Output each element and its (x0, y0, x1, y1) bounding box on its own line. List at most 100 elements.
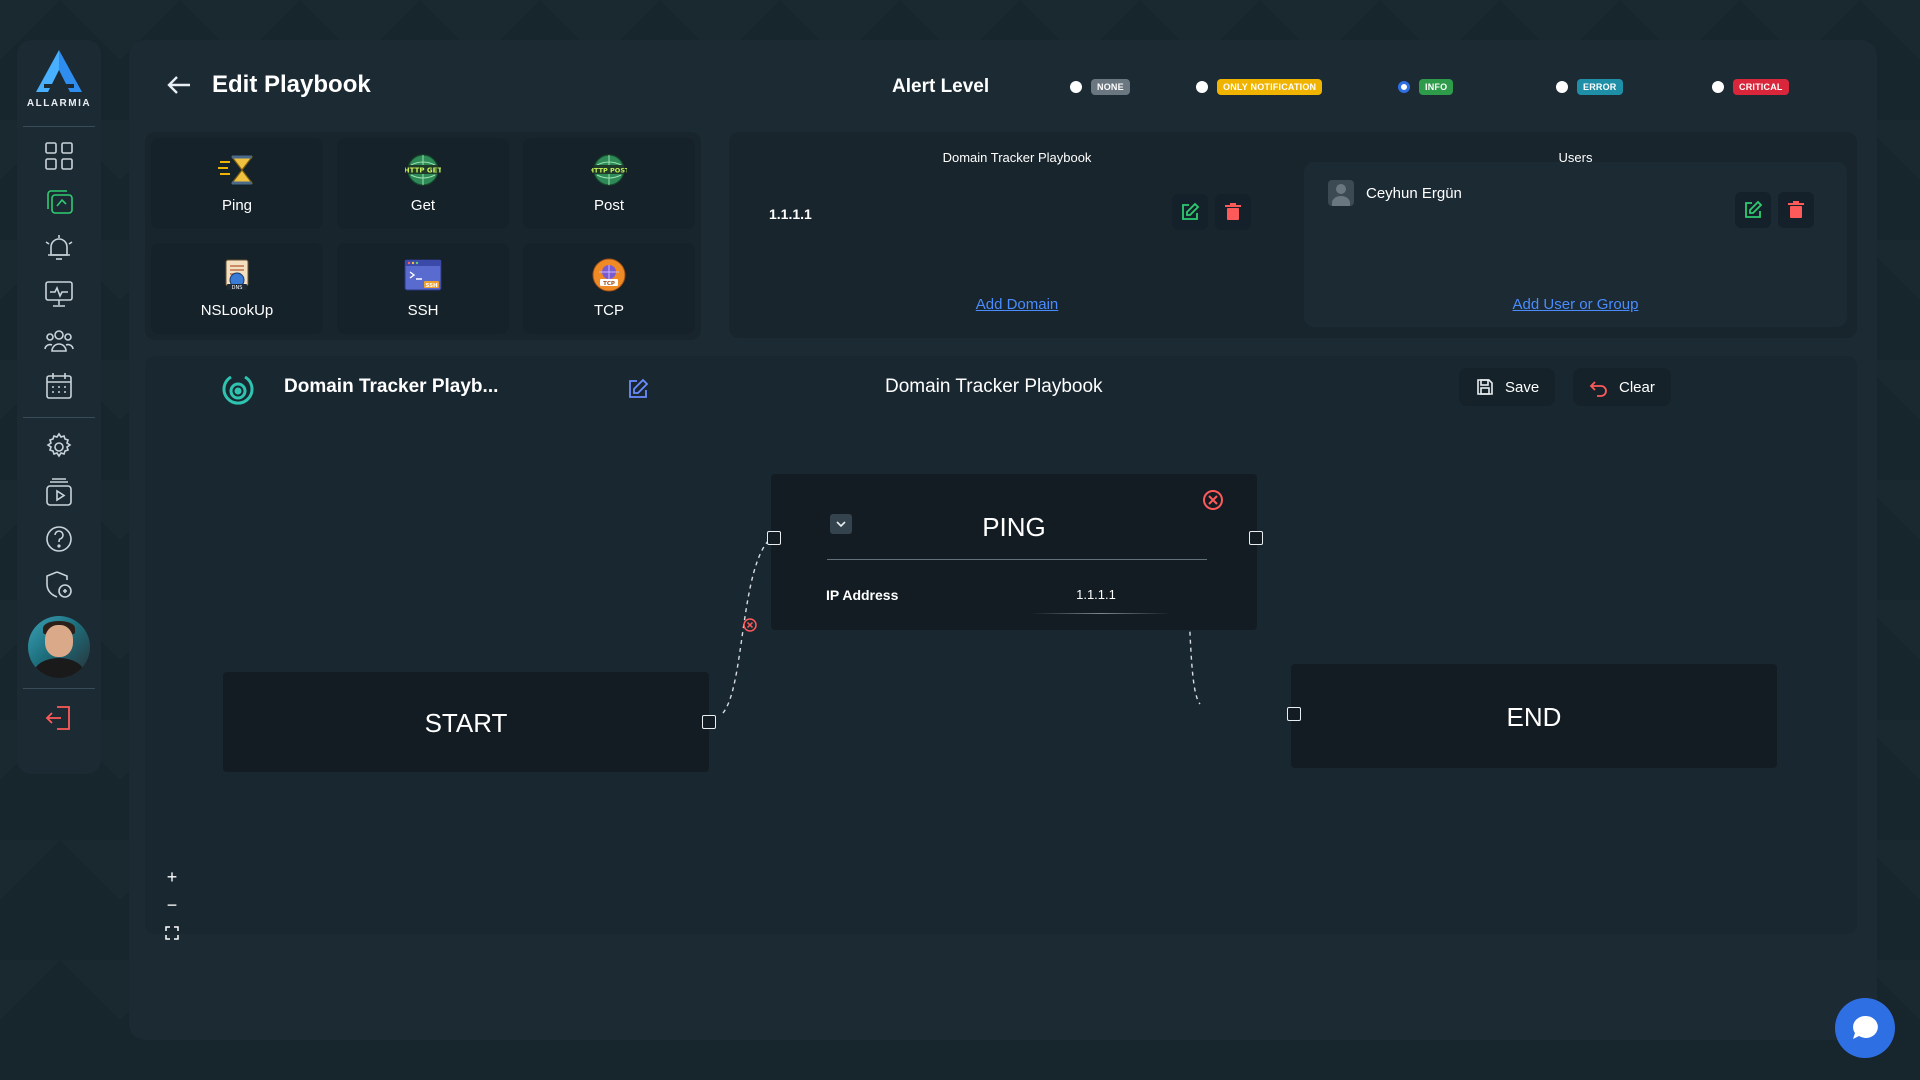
node-divider (827, 559, 1207, 560)
node-toolbox: Ping HTTP GET Get HTTP POST (145, 132, 701, 340)
add-domain-link[interactable]: Add Domain (737, 296, 1297, 313)
close-node-icon[interactable] (1202, 489, 1224, 511)
badge-none: NONE (1091, 79, 1130, 95)
ip-address-input[interactable]: 1.1.1.1 (1031, 587, 1161, 602)
sidebar-divider (23, 126, 95, 127)
start-output-handle[interactable] (702, 715, 716, 729)
svg-text:TCP: TCP (603, 281, 615, 287)
delete-domain-button[interactable] (1215, 194, 1251, 230)
http-post-icon: HTTP POST (590, 153, 628, 187)
main-panel: Edit Playbook Alert Level NONE ONLY NOTI… (129, 40, 1877, 1040)
end-input-handle[interactable] (1287, 707, 1301, 721)
logo-mark-icon (36, 50, 82, 92)
end-node[interactable]: END (1287, 664, 1777, 768)
radio-info[interactable] (1398, 81, 1410, 93)
sidebar-item-playbooks[interactable] (39, 182, 79, 222)
user-avatar[interactable] (28, 616, 90, 678)
ping-input-handle[interactable] (767, 531, 781, 545)
edit-icon (1182, 202, 1200, 220)
sidebar-item-alarms[interactable] (39, 228, 79, 268)
tool-get[interactable]: HTTP GET Get (337, 138, 509, 229)
playbook-canvas[interactable]: Domain Tracker Playb... Domain Tracker P… (145, 356, 1857, 940)
help-icon (46, 526, 72, 552)
fit-view-button[interactable] (159, 920, 185, 946)
trash-icon (1225, 203, 1241, 220)
fit-view-icon (165, 926, 179, 940)
add-user-or-group-link[interactable]: Add User or Group (1304, 296, 1847, 313)
connection-edges (722, 537, 1201, 714)
ssh-icon: SSH (404, 258, 442, 292)
tool-label: Get (410, 197, 436, 214)
user-avatar-icon (1328, 180, 1354, 206)
zoom-out-button[interactable]: − (159, 892, 185, 918)
alert-option-critical[interactable]: CRITICAL (1712, 79, 1789, 95)
alert-option-error[interactable]: ERROR (1556, 79, 1712, 95)
sidebar-item-calendar[interactable] (39, 366, 79, 406)
sidebar-item-help[interactable] (39, 519, 79, 559)
radio-critical[interactable] (1712, 81, 1724, 93)
edit-user-button[interactable] (1735, 192, 1771, 228)
sidebar-item-logout[interactable] (39, 698, 79, 738)
sidebar-item-security[interactable] (39, 565, 79, 605)
trash-icon (1788, 201, 1804, 218)
radio-none[interactable] (1070, 81, 1082, 93)
svg-text:DNS: DNS (232, 285, 243, 291)
badge-info: INFO (1419, 79, 1454, 95)
nslookup-icon: DNS (218, 258, 256, 292)
start-node[interactable]: START (223, 672, 716, 772)
edit-icon (1745, 200, 1763, 218)
ip-address-underline (1031, 613, 1171, 614)
tool-tcp[interactable]: TCP TCP (523, 243, 695, 334)
badge-critical: CRITICAL (1733, 79, 1789, 95)
tool-label: Post (593, 197, 624, 214)
security-shield-icon (46, 571, 72, 598)
ping-output-handle[interactable] (1249, 531, 1263, 545)
page-header: Edit Playbook (164, 70, 371, 100)
start-node-label: START (424, 708, 508, 738)
alert-option-none[interactable]: NONE (1070, 79, 1196, 95)
playbook-info-section: Domain Tracker Playbook 1.1.1.1 Add Doma… (729, 132, 1857, 338)
sidebar-item-users[interactable] (39, 320, 79, 360)
chat-support-button[interactable] (1835, 998, 1895, 1058)
radio-error[interactable] (1556, 81, 1568, 93)
sidebar-item-dashboard[interactable] (39, 136, 79, 176)
tool-ping[interactable]: Ping (151, 138, 323, 229)
sidebar-item-settings[interactable] (39, 427, 79, 467)
back-arrow-icon[interactable] (164, 70, 194, 100)
svg-text:SSH: SSH (425, 283, 438, 289)
tool-nslookup[interactable]: DNS NSLookUp (151, 243, 323, 334)
ping-node-title: PING (982, 512, 1046, 542)
tool-label: SSH (407, 302, 439, 319)
http-get-icon: HTTP GET (404, 153, 442, 187)
ip-address-label: IP Address (826, 587, 899, 603)
tool-label: Ping (221, 197, 253, 214)
tool-post[interactable]: HTTP POST Post (523, 138, 695, 229)
alert-option-only-notification[interactable]: ONLY NOTIFICATION (1196, 79, 1398, 95)
edit-domain-button[interactable] (1172, 194, 1208, 230)
ping-node[interactable]: PING IP Address 1.1.1.1 (767, 474, 1263, 630)
monitor-icon (45, 281, 73, 307)
settings-gear-icon (46, 432, 72, 458)
users-panel: Ceyhun Ergün Add User or Group (1304, 162, 1847, 327)
badge-only-notification: ONLY NOTIFICATION (1217, 79, 1323, 95)
sidebar-item-monitor[interactable] (39, 274, 79, 314)
alert-level-selector: Alert Level NONE ONLY NOTIFICATION INFO … (892, 76, 1789, 98)
end-node-label: END (1506, 702, 1562, 732)
tool-ssh[interactable]: SSH SSH (337, 243, 509, 334)
domain-panel: Domain Tracker Playbook 1.1.1.1 Add Doma… (737, 132, 1297, 338)
sidebar-item-media[interactable] (39, 473, 79, 513)
alarm-bell-icon (45, 235, 73, 260)
sidebar: ALLARMIA (17, 40, 101, 774)
delete-user-button[interactable] (1778, 192, 1814, 228)
alert-option-info[interactable]: INFO (1398, 79, 1556, 95)
alert-level-title: Alert Level (892, 76, 990, 97)
tool-label: NSLookUp (200, 302, 274, 319)
zoom-in-button[interactable]: + (159, 864, 185, 890)
delete-edge-icon[interactable] (743, 618, 757, 632)
app-logo[interactable]: ALLARMIA (23, 48, 95, 118)
svg-text:HTTP GET: HTTP GET (405, 167, 441, 175)
radio-only-notification[interactable] (1196, 81, 1208, 93)
sidebar-divider (23, 417, 95, 418)
sidebar-divider (23, 688, 95, 689)
tcp-icon: TCP (590, 258, 628, 292)
